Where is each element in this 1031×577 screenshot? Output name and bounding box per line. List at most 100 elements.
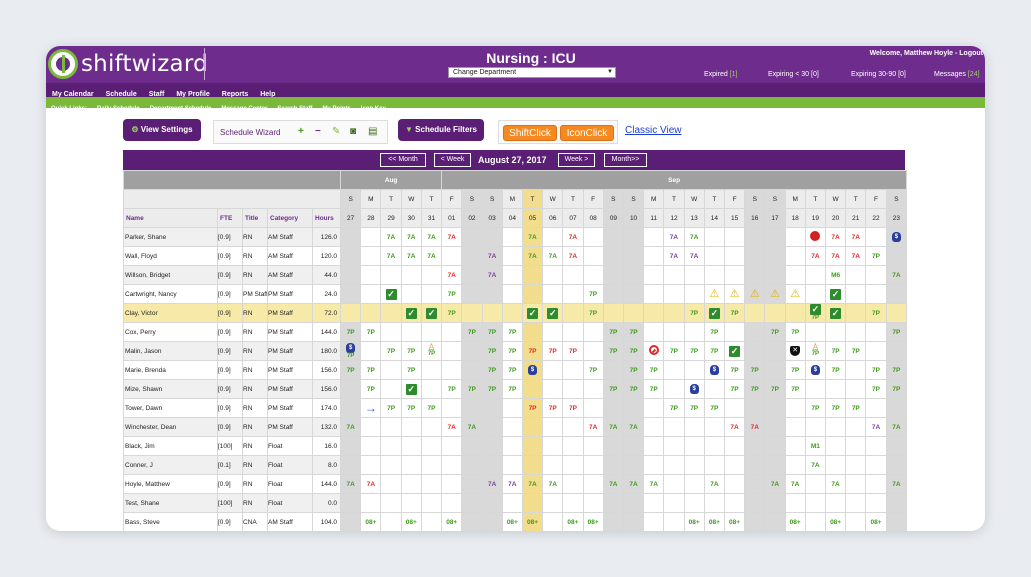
shift-cell[interactable]: $ (521, 360, 544, 380)
shift-cell[interactable]: 7P (744, 360, 766, 380)
shift-cell[interactable] (542, 436, 564, 456)
column-title-header[interactable]: Title (242, 208, 268, 228)
date-header[interactable]: 12 (663, 208, 685, 228)
schedule-wizard-label[interactable]: Schedule Wizard (220, 128, 280, 137)
shift-cell[interactable]: 7P (400, 360, 422, 380)
shift-cell[interactable] (481, 398, 503, 418)
shift-cell[interactable] (804, 227, 826, 247)
shift-cell[interactable] (542, 322, 564, 342)
shift-cell[interactable]: ⚠ (723, 284, 746, 304)
shift-cell[interactable] (622, 493, 645, 513)
date-header[interactable]: 28 (360, 208, 382, 228)
shift-cell[interactable]: 7P (622, 341, 645, 361)
shift-cell[interactable] (481, 455, 503, 475)
shift-cell[interactable]: 7P (663, 398, 685, 418)
staff-row[interactable]: Cox, Perry [0.9] RN PM Staff 144.0 7P 7P 7P 7P 7P… (123, 322, 908, 342)
shift-cell[interactable]: 7A (481, 246, 503, 266)
shift-cell[interactable]: ✓ (723, 341, 746, 361)
shift-cell[interactable] (542, 227, 564, 247)
stat-messages[interactable]: Messages [24] (934, 71, 980, 78)
shift-cell[interactable] (663, 493, 685, 513)
shift-cell[interactable] (420, 322, 443, 342)
shift-cell[interactable]: 7A (380, 227, 402, 247)
staff-row[interactable]: Bass, Steve [0.9] CNA AM Staff 104.0 08+ 08+ 08… (123, 512, 908, 531)
shift-cell[interactable] (784, 455, 806, 475)
shift-cell[interactable] (744, 341, 766, 361)
shift-cell[interactable]: 7P (622, 360, 645, 380)
shift-cell[interactable] (501, 398, 523, 418)
shift-cell[interactable] (824, 436, 847, 456)
shift-cell[interactable] (683, 417, 705, 437)
shift-cell[interactable] (824, 379, 847, 399)
shift-cell[interactable] (400, 284, 422, 304)
shift-cell[interactable]: 7P (380, 341, 402, 361)
shift-cell[interactable] (885, 246, 908, 266)
shift-cell[interactable] (340, 436, 362, 456)
shift-cell[interactable] (804, 493, 826, 513)
shift-cell[interactable] (360, 341, 382, 361)
shift-cell[interactable]: ⚠ (744, 284, 766, 304)
shift-cell[interactable] (481, 493, 503, 513)
date-header[interactable]: 06 (542, 208, 564, 228)
shift-cell[interactable] (683, 436, 705, 456)
staff-name[interactable]: Parker, Shane (123, 227, 218, 247)
shift-cell[interactable]: ✓ (824, 303, 847, 323)
shift-cell[interactable] (885, 341, 908, 361)
shift-cell[interactable] (663, 360, 685, 380)
stat-expiring-30-90[interactable]: Expiring 30-90 [0] (851, 71, 906, 78)
shift-cell[interactable] (461, 303, 483, 323)
shift-cell[interactable] (622, 436, 645, 456)
shift-cell[interactable] (643, 227, 665, 247)
shift-cell[interactable]: 7P (845, 341, 867, 361)
shift-cell[interactable]: 7P (481, 341, 503, 361)
shift-cell[interactable]: 7A (784, 474, 806, 494)
shift-cell[interactable]: 7A (804, 246, 826, 266)
column-fte-header[interactable]: FTE (217, 208, 243, 228)
shift-cell[interactable] (865, 493, 887, 513)
shift-cell[interactable]: 7P (400, 341, 422, 361)
shift-cell[interactable] (784, 398, 806, 418)
shift-cell[interactable]: 7P (481, 379, 503, 399)
shift-cell[interactable] (340, 398, 362, 418)
shift-cell[interactable]: 7A (400, 227, 422, 247)
shift-cell[interactable]: 7A (441, 227, 463, 247)
shift-cell[interactable] (481, 227, 503, 247)
shift-cell[interactable]: 7P (824, 360, 847, 380)
shift-cell[interactable] (663, 284, 685, 304)
shift-cell[interactable]: 7P (885, 379, 908, 399)
shift-cell[interactable]: 7P (562, 398, 584, 418)
shift-cell[interactable] (461, 227, 483, 247)
shift-cell[interactable] (521, 436, 544, 456)
shift-cell[interactable] (723, 455, 746, 475)
shift-cell[interactable]: 7P (723, 379, 746, 399)
date-header[interactable]: 14 (703, 208, 725, 228)
shift-cell[interactable]: 7P (804, 398, 826, 418)
shift-cell[interactable]: 7P (380, 398, 402, 418)
shift-cell[interactable]: 7P (602, 379, 624, 399)
shift-cell[interactable] (380, 303, 402, 323)
shift-cell[interactable] (663, 379, 685, 399)
shift-cell[interactable] (562, 284, 584, 304)
shift-cell[interactable] (643, 493, 665, 513)
shift-cell[interactable] (663, 303, 685, 323)
shift-cell[interactable]: 7A (542, 246, 564, 266)
shift-cell[interactable] (582, 379, 604, 399)
shift-cell[interactable]: 7P (562, 341, 584, 361)
shift-cell[interactable] (400, 455, 422, 475)
shift-cell[interactable]: 7P (703, 341, 725, 361)
classic-view-link[interactable]: Classic View (625, 125, 682, 136)
staff-name[interactable]: Mize, Shawn (123, 379, 218, 399)
shift-cell[interactable] (441, 341, 463, 361)
shift-cell[interactable] (744, 493, 766, 513)
shift-cell[interactable] (643, 322, 665, 342)
shift-cell[interactable] (602, 436, 624, 456)
date-header[interactable]: 08 (582, 208, 604, 228)
shift-cell[interactable]: $ (703, 360, 725, 380)
shift-cell[interactable]: 7P (542, 341, 564, 361)
shift-cell[interactable] (602, 455, 624, 475)
shift-cell[interactable] (663, 322, 685, 342)
shift-cell[interactable] (420, 265, 443, 285)
staff-name[interactable]: Bass, Steve (123, 512, 218, 531)
shift-cell[interactable] (420, 360, 443, 380)
shift-cell[interactable] (723, 322, 746, 342)
